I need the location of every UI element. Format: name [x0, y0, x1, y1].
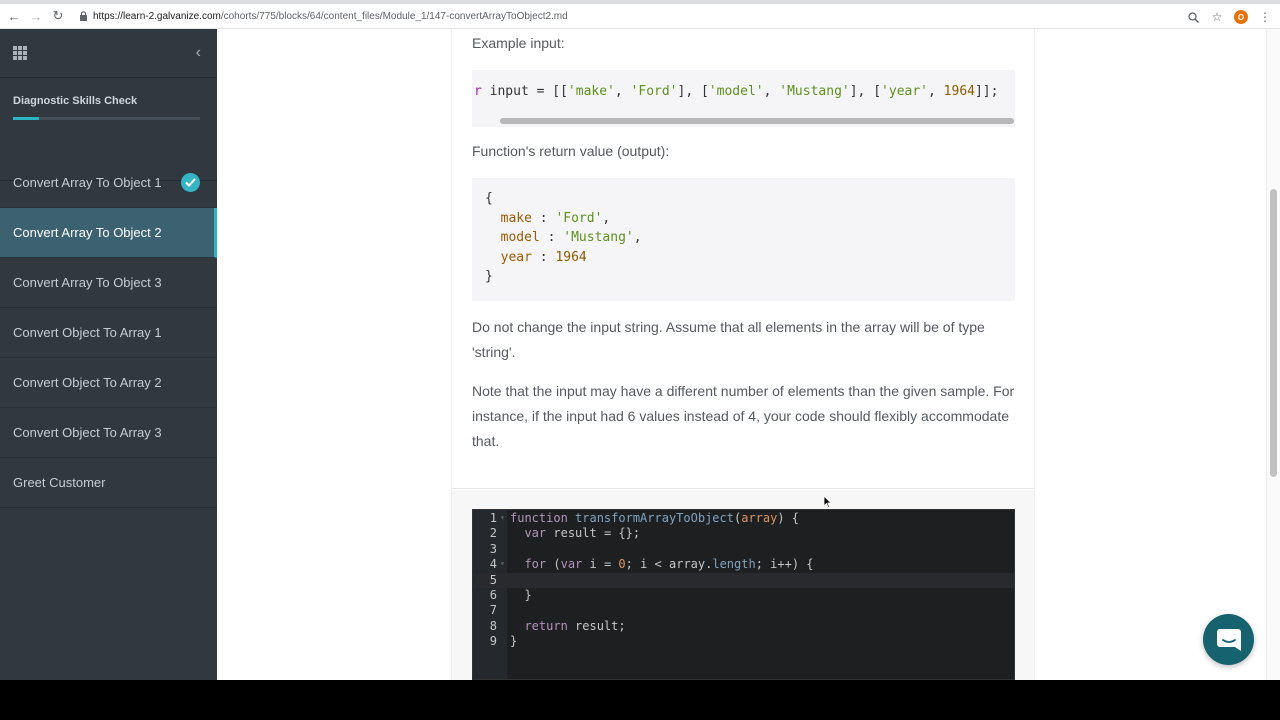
- line-number: 2: [489, 526, 497, 541]
- line-number: 4: [489, 557, 497, 572]
- sidebar-header: ‹: [0, 29, 217, 78]
- code-text: }: [510, 634, 518, 649]
- sidebar-item[interactable]: Convert Array To Object 1: [0, 158, 217, 208]
- example-input-label: Example input:: [472, 35, 565, 51]
- code-text: for (var i = 0; i < array.length; i++) {: [524, 557, 814, 572]
- editor-line[interactable]: 2 var result = {};: [473, 526, 1014, 541]
- editor-line[interactable]: 7: [473, 603, 1014, 618]
- editor-line[interactable]: 1 ▾ function transformArrayToObject(array)…: [473, 511, 1014, 526]
- bookmark-star-icon[interactable]: ☆: [1210, 10, 1224, 24]
- line-number: 9: [489, 634, 497, 649]
- output-code-line: model : 'Mustang',: [500, 230, 642, 245]
- code-text: }: [510, 588, 532, 602]
- output-code-line: year : 1964: [500, 249, 587, 265]
- lesson-content: Example input: r input = [['make', 'Ford…: [451, 29, 1035, 489]
- paragraph-elements-note: Note that the input may have a different…: [472, 383, 1015, 449]
- output-code-line: }: [485, 269, 493, 284]
- page-scrollbar[interactable]: [1266, 29, 1280, 680]
- sidebar-item-label: Convert Object To Array 1: [13, 325, 162, 340]
- sidebar-item-label: Convert Object To Array 3: [13, 425, 162, 440]
- code-text: function transformArrayToObject(array) {: [510, 511, 800, 525]
- input-code-line: r input = [['make', 'Ford'], ['model', '…: [474, 84, 999, 99]
- return-value-label: Function's return value (output):: [472, 143, 670, 159]
- lock-icon: [80, 11, 87, 21]
- reload-icon[interactable]: ↻: [49, 7, 67, 25]
- section-title: Diagnostic Skills Check: [13, 95, 138, 107]
- line-number: 8: [489, 618, 497, 633]
- output-code-line: make : 'Ford',: [500, 210, 611, 226]
- chat-icon: [1216, 628, 1241, 651]
- editor-line[interactable]: 9}: [473, 634, 1014, 649]
- code-scrollbar[interactable]: [500, 118, 1014, 124]
- sidebar-item[interactable]: Greet Customer: [0, 458, 217, 508]
- zoom-icon[interactable]: [1186, 10, 1200, 24]
- mouse-cursor-icon: [824, 496, 832, 508]
- sidebar-item-label: Convert Array To Object 2: [13, 225, 162, 240]
- editor-line[interactable]: 5: [473, 572, 1014, 588]
- checkmark-icon: [181, 173, 200, 192]
- url-path: /cohorts/775/blocks/64/content_files/Mod…: [220, 10, 568, 22]
- fold-arrow-icon[interactable]: ▾: [497, 557, 507, 572]
- letterbox-bar: [0, 680, 1280, 720]
- sidebar-item-label: Convert Array To Object 3: [13, 275, 162, 290]
- sidebar-item[interactable]: Convert Array To Object 2: [0, 208, 217, 258]
- apps-grid-icon[interactable]: [13, 46, 27, 60]
- back-icon[interactable]: ←: [5, 7, 23, 25]
- browser-toolbar: ← → ↻ https://learn-2.galvanize.com/coho…: [0, 4, 1280, 29]
- output-code-line: {: [485, 191, 493, 206]
- sidebar: ‹ Diagnostic Skills Check Convert Array …: [0, 29, 217, 680]
- output-code-block: { make : 'Ford', model : 'Mustang', year…: [472, 178, 1015, 301]
- line-number: 3: [489, 541, 497, 556]
- editor-line[interactable]: 6 }: [473, 588, 1014, 603]
- scrollbar-thumb[interactable]: [1270, 189, 1277, 477]
- sidebar-item-label: Convert Array To Object 1: [13, 175, 162, 190]
- forward-icon[interactable]: →: [27, 7, 45, 25]
- line-number: 6: [489, 588, 497, 602]
- input-code-block: r input = [['make', 'Ford'], ['model', '…: [472, 70, 1015, 127]
- line-number: 1: [489, 511, 497, 525]
- line-number: 5: [489, 572, 497, 587]
- profile-avatar[interactable]: O: [1234, 10, 1248, 24]
- progress-bar: [13, 117, 200, 120]
- code-text: var result = {};: [524, 526, 641, 541]
- address-bar[interactable]: https://learn-2.galvanize.com/cohorts/77…: [93, 11, 568, 22]
- code-text: return result;: [524, 618, 626, 633]
- line-number: 7: [489, 603, 497, 618]
- fold-arrow-icon[interactable]: ▾: [497, 511, 507, 526]
- sidebar-item[interactable]: Convert Object To Array 3: [0, 408, 217, 458]
- sidebar-list: Convert Array To Object 1 Convert Array T…: [0, 158, 217, 508]
- sidebar-item[interactable]: Convert Object To Array 2: [0, 358, 217, 408]
- code-editor[interactable]: 1 ▾ function transformArrayToObject(array)…: [472, 509, 1015, 680]
- editor-line[interactable]: 3: [473, 542, 1014, 557]
- chat-launcher-button[interactable]: [1203, 614, 1254, 665]
- url-host: https://learn-2.galvanize.com: [93, 10, 221, 22]
- editor-line[interactable]: 4 ▾ for (var i = 0; i < array.length; i++…: [473, 557, 1014, 572]
- paragraph-input-note: Do not change the input string. Assume t…: [472, 319, 985, 360]
- editor-line[interactable]: 8 return result;: [473, 619, 1014, 634]
- sidebar-item-label: Convert Object To Array 2: [13, 375, 162, 390]
- progress-fill: [13, 117, 40, 120]
- sidebar-item[interactable]: Convert Array To Object 3: [0, 258, 217, 308]
- menu-dots-icon[interactable]: ⋮: [1258, 10, 1272, 24]
- page-viewport: ‹ Diagnostic Skills Check Convert Array …: [0, 29, 1280, 680]
- sidebar-item[interactable]: Convert Object To Array 1: [0, 308, 217, 358]
- collapse-sidebar-icon[interactable]: ‹: [196, 45, 201, 61]
- sidebar-item-label: Greet Customer: [13, 475, 106, 490]
